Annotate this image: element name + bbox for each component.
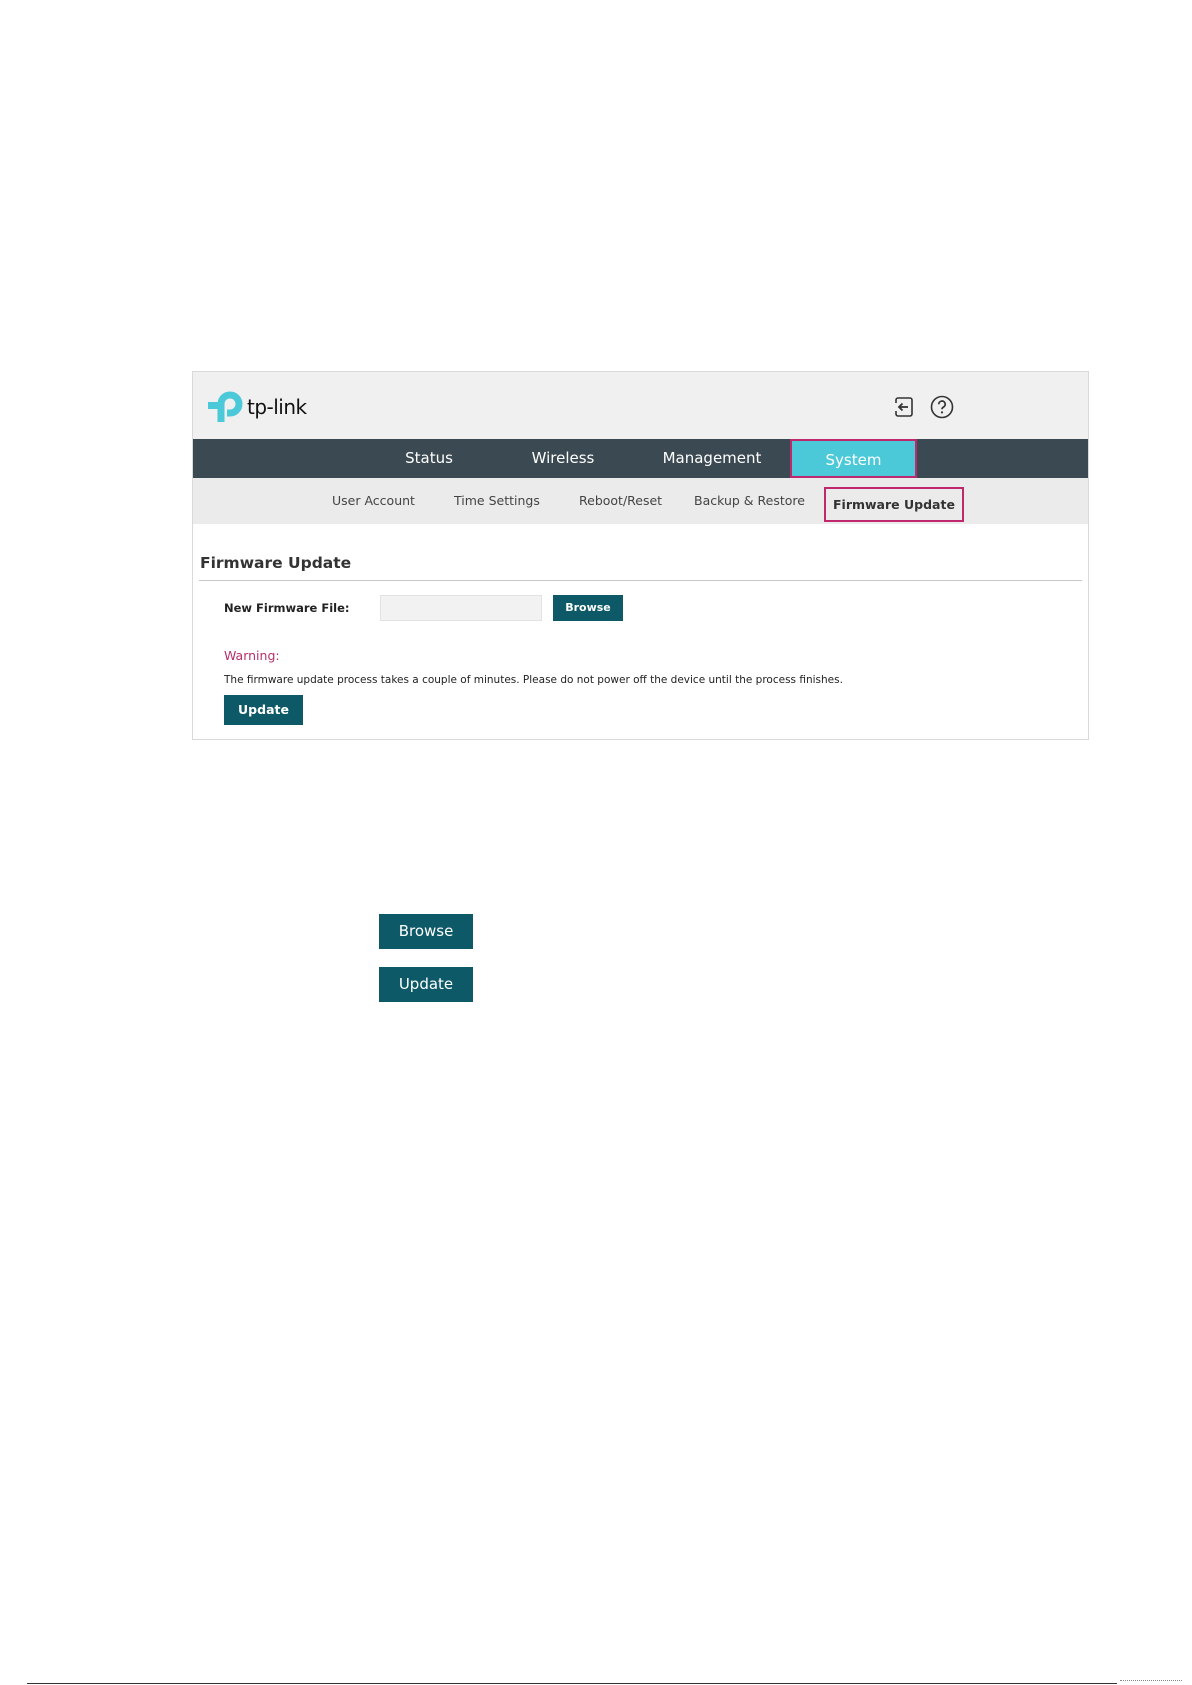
footer-mark (1120, 1680, 1182, 1684)
nav-system[interactable]: System (790, 439, 917, 478)
help-icon[interactable] (930, 395, 954, 419)
standalone-update-button[interactable]: Update (379, 967, 473, 1002)
nav-status[interactable]: Status (389, 439, 469, 478)
browse-button[interactable]: Browse (553, 595, 623, 621)
firmware-file-label: New Firmware File: (224, 601, 350, 615)
section-divider (199, 580, 1082, 581)
logo-text: tp-link (247, 395, 307, 419)
sub-nav: User Account Time Settings Reboot/Reset … (193, 478, 1088, 524)
update-button[interactable]: Update (224, 695, 303, 725)
router-admin-screenshot: tp-link Status Wireless Management Syste… (192, 371, 1089, 740)
subnav-time-settings[interactable]: Time Settings (454, 478, 540, 524)
main-nav: Status Wireless Management System (193, 439, 1088, 478)
section-title: Firmware Update (200, 554, 352, 572)
standalone-browse-button[interactable]: Browse (379, 914, 473, 949)
top-bar: tp-link (193, 372, 1088, 439)
tp-link-logo: tp-link (207, 386, 307, 424)
warning-text: The firmware update process takes a coup… (224, 674, 843, 686)
firmware-file-input[interactable] (380, 595, 542, 621)
footer-rule (27, 1683, 1117, 1684)
logout-icon[interactable] (892, 395, 916, 419)
subnav-user-account[interactable]: User Account (332, 478, 415, 524)
tp-link-logo-icon (208, 391, 243, 422)
nav-management[interactable]: Management (647, 439, 777, 478)
subnav-firmware-update[interactable]: Firmware Update (824, 487, 964, 522)
nav-wireless[interactable]: Wireless (513, 439, 613, 478)
warning-label: Warning: (224, 648, 280, 663)
subnav-reboot-reset[interactable]: Reboot/Reset (579, 478, 662, 524)
subnav-backup-restore[interactable]: Backup & Restore (694, 478, 805, 524)
